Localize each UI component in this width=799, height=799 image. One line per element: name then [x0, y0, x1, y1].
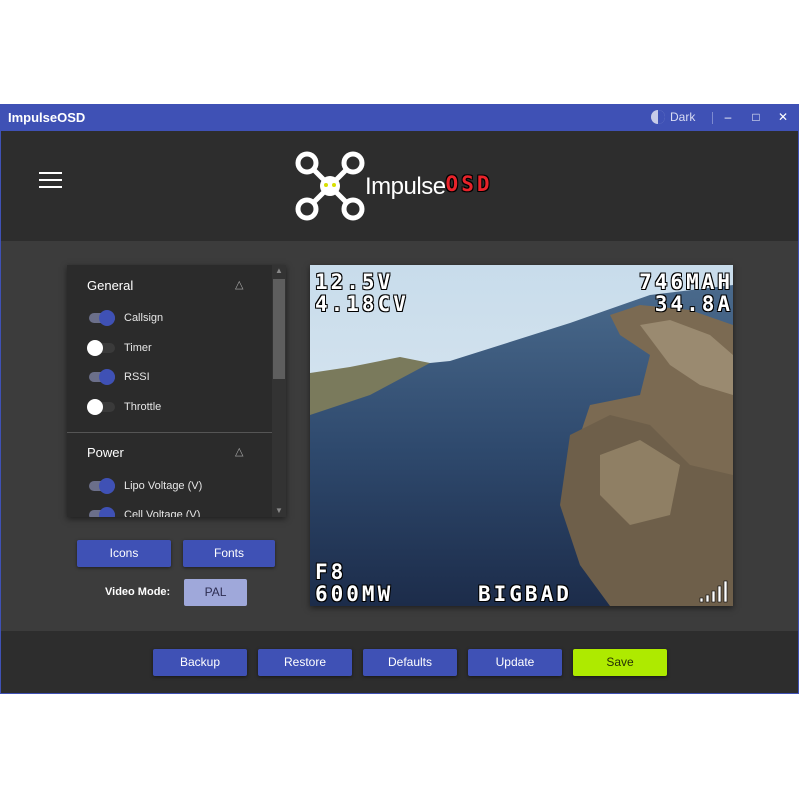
- action-footer: Backup Restore Defaults Update Save: [1, 631, 798, 693]
- logo-wordmark: Impulse OSD: [365, 173, 489, 201]
- section-title-power: Power: [87, 445, 124, 460]
- app-header: Impulse OSD: [1, 131, 798, 241]
- panel-scrollbar[interactable]: ▲ ▼: [272, 265, 286, 517]
- section-divider: [67, 432, 272, 433]
- section-title-general: General: [87, 278, 134, 293]
- toggle-label-timer: Timer: [124, 342, 152, 354]
- video-mode-button[interactable]: PAL: [184, 579, 247, 606]
- osd-mah: 746MAH: [639, 270, 733, 294]
- scrollbar-thumb[interactable]: [273, 279, 285, 379]
- toggle-throttle[interactable]: [87, 399, 115, 415]
- scroll-up-icon[interactable]: ▲: [272, 265, 286, 277]
- toggle-lipo-voltage[interactable]: [89, 478, 115, 494]
- osd-power: 600MW: [315, 582, 394, 606]
- icons-button[interactable]: Icons: [77, 540, 171, 567]
- chevron-up-icon[interactable]: △: [235, 445, 243, 458]
- signal-strength-icon: [699, 580, 728, 603]
- window-title: ImpulseOSD: [8, 110, 86, 125]
- theme-label: Dark: [670, 110, 696, 124]
- defaults-button[interactable]: Defaults: [363, 649, 457, 676]
- toggle-label-cell-voltage: Cell Voltage (V): [124, 509, 201, 517]
- osd-cell-voltage: 4.18CV: [315, 292, 409, 316]
- theme-contrast-icon: [651, 110, 665, 124]
- osd-callsign: BIGBAD: [478, 582, 572, 606]
- backup-button[interactable]: Backup: [153, 649, 247, 676]
- logo-text-accent: OSD: [445, 172, 493, 196]
- minimize-button[interactable]: –: [718, 107, 738, 127]
- toggle-callsign[interactable]: [89, 310, 115, 326]
- fonts-button[interactable]: Fonts: [183, 540, 275, 567]
- save-button[interactable]: Save: [573, 649, 667, 676]
- logo-text-main: Impulse: [365, 173, 446, 200]
- osd-elements-panel: General △ Callsign Timer RSSI Throttle P…: [67, 265, 286, 517]
- scroll-down-icon[interactable]: ▼: [272, 505, 286, 517]
- theme-toggle[interactable]: Dark: [651, 110, 695, 124]
- video-mode-label: Video Mode:: [105, 586, 171, 598]
- toggle-label-lipo-voltage: Lipo Voltage (V): [124, 480, 203, 492]
- osd-voltage: 12.5V: [315, 270, 394, 294]
- fpv-background-image: [310, 265, 733, 606]
- osd-current: 34.8A: [654, 292, 733, 316]
- quadcopter-logo-icon: [295, 151, 365, 221]
- toggle-cell-voltage[interactable]: [89, 507, 115, 517]
- toggle-label-callsign: Callsign: [124, 312, 164, 324]
- toggle-label-rssi: RSSI: [124, 371, 150, 383]
- toggle-label-throttle: Throttle: [124, 401, 162, 413]
- chevron-up-icon[interactable]: △: [235, 278, 243, 291]
- toggle-timer[interactable]: [87, 340, 115, 356]
- app-window: ImpulseOSD Dark – □ ✕ Impulse OSD General…: [0, 104, 799, 694]
- maximize-button[interactable]: □: [746, 107, 766, 127]
- osd-preview: 12.5V 4.18CV 746MAH 34.8A F8 600MW BIGBA…: [310, 265, 733, 606]
- restore-button[interactable]: Restore: [258, 649, 352, 676]
- update-button[interactable]: Update: [468, 649, 562, 676]
- close-button[interactable]: ✕: [773, 107, 793, 127]
- menu-icon[interactable]: [39, 172, 62, 190]
- title-bar: ImpulseOSD Dark – □ ✕: [1, 105, 798, 131]
- osd-channel: F8: [315, 560, 347, 584]
- toggle-rssi[interactable]: [89, 369, 115, 385]
- titlebar-separator: [712, 112, 713, 124]
